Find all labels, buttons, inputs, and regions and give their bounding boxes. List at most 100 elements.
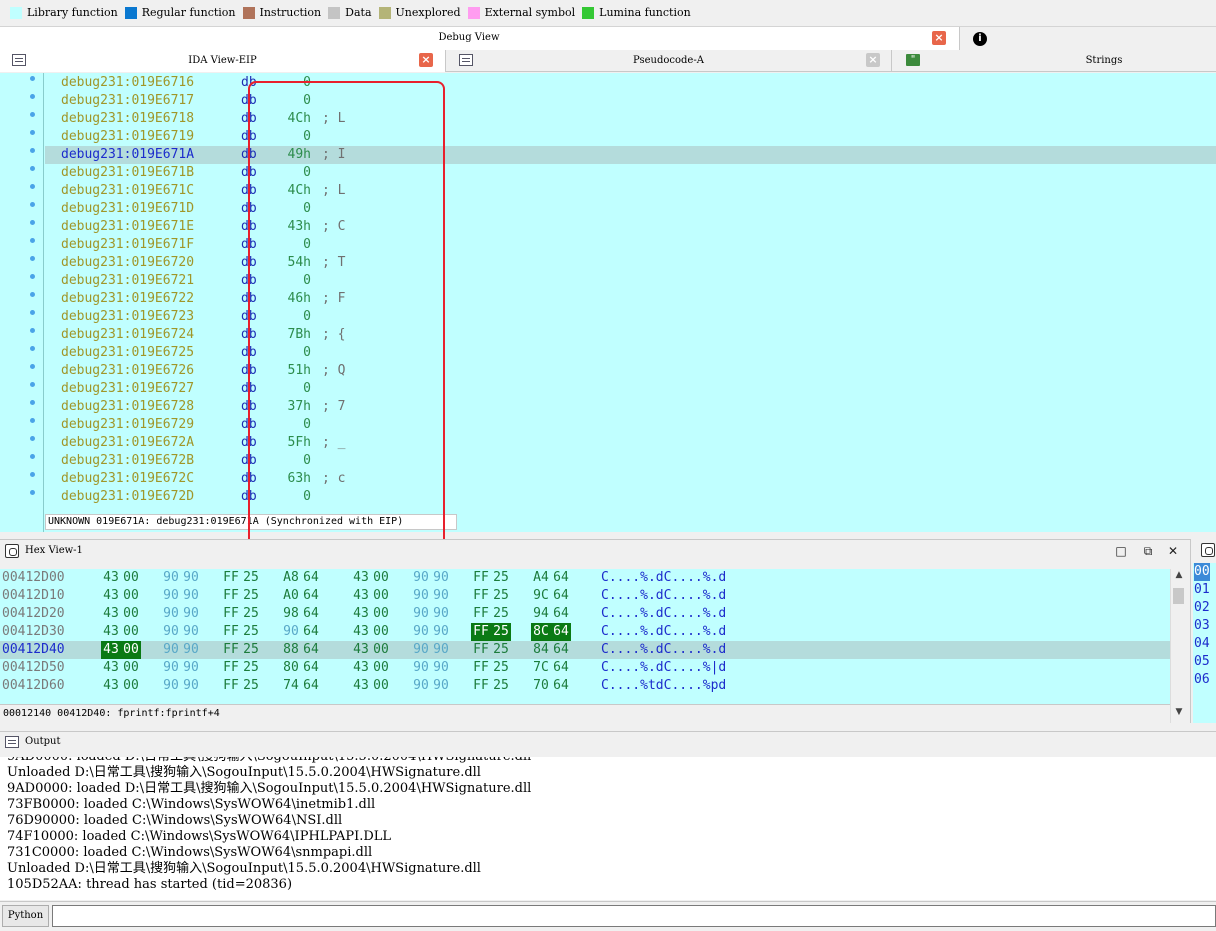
hex-byte[interactable]: 64 xyxy=(551,659,571,677)
hex-byte[interactable]: 43 xyxy=(101,641,121,659)
hex-byte[interactable]: 74 xyxy=(281,677,301,695)
hex-byte[interactable]: 00 xyxy=(121,569,141,587)
right-side-panel[interactable]: 00 01 02 03 04 05 06 xyxy=(1190,539,1216,723)
hex-byte[interactable]: A4 xyxy=(531,569,551,587)
hex-byte[interactable]: 43 xyxy=(351,569,371,587)
hex-byte[interactable]: FF xyxy=(471,569,491,587)
disasm-row[interactable]: debug231:019E6724 db 7Bh ; { xyxy=(45,326,1216,344)
breakpoint-dot-icon[interactable] xyxy=(30,220,35,225)
hex-byte[interactable]: 7C xyxy=(531,659,551,677)
hex-byte[interactable]: 90 xyxy=(411,623,431,641)
hex-scrollbar[interactable]: ▲ ▼ xyxy=(1170,569,1186,723)
hex-byte[interactable]: 25 xyxy=(241,623,261,641)
disasm-row[interactable]: debug231:019E6728 db 37h ; 7 xyxy=(45,398,1216,416)
hex-byte[interactable]: 90 xyxy=(431,569,451,587)
breakpoint-dot-icon[interactable] xyxy=(30,238,35,243)
hex-row[interactable]: 00412D30 43 00 90 90 FF 25 90 64 43 00 90 90 FF 25 8C 64… xyxy=(0,623,1170,641)
tab-ida-view-eip[interactable]: IDA View-EIP × xyxy=(0,50,446,72)
hex-byte[interactable]: 00 xyxy=(121,623,141,641)
hex-byte[interactable]: 25 xyxy=(241,641,261,659)
side-panel-row[interactable]: 03 xyxy=(1194,617,1210,635)
restore-icon[interactable]: ⧉ xyxy=(1141,544,1155,558)
hex-byte[interactable]: 90 xyxy=(411,659,431,677)
hex-byte[interactable]: 25 xyxy=(241,659,261,677)
breakpoint-dot-icon[interactable] xyxy=(30,382,35,387)
breakpoint-dot-icon[interactable] xyxy=(30,112,35,117)
hex-byte[interactable]: 25 xyxy=(491,605,511,623)
disasm-row[interactable]: debug231:019E671F db 0 xyxy=(45,236,1216,254)
disasm-row[interactable]: debug231:019E672A db 5Fh ; _ xyxy=(45,434,1216,452)
breakpoint-dot-icon[interactable] xyxy=(30,310,35,315)
hex-byte[interactable]: 43 xyxy=(101,623,121,641)
disasm-row[interactable]: debug231:019E671C db 4Ch ; L xyxy=(45,182,1216,200)
scroll-down-icon[interactable]: ▼ xyxy=(1171,707,1187,717)
hex-byte[interactable]: 94 xyxy=(531,605,551,623)
hex-byte[interactable]: 90 xyxy=(431,623,451,641)
hex-byte[interactable]: 00 xyxy=(371,623,391,641)
hex-byte[interactable]: 88 xyxy=(281,641,301,659)
hex-byte[interactable]: 8C xyxy=(531,623,551,641)
hex-byte[interactable]: 00 xyxy=(121,641,141,659)
side-panel-row[interactable]: 05 xyxy=(1194,653,1210,671)
hex-row[interactable]: 00412D20 43 00 90 90 FF 25 98 64 43 00 90 90 FF 25 94 64… xyxy=(0,605,1170,623)
hex-byte[interactable]: 90 xyxy=(431,659,451,677)
hex-byte[interactable]: 64 xyxy=(301,605,321,623)
ida-view-eip[interactable]: debug231:019E6716 db 0 debug231:019E6717 db 0… xyxy=(0,73,1216,532)
close-icon[interactable]: ✕ xyxy=(1166,544,1180,558)
hex-byte[interactable]: 90 xyxy=(411,677,431,695)
breakpoint-dot-icon[interactable] xyxy=(30,274,35,279)
hex-byte[interactable]: 25 xyxy=(491,641,511,659)
hex-byte[interactable]: FF xyxy=(471,605,491,623)
disasm-row[interactable]: debug231:019E6718 db 4Ch ; L xyxy=(45,110,1216,128)
output-log[interactable]: 9AD0000: loaded D:\日常工具\搜狗输入\SogouInput\… xyxy=(0,757,1216,900)
hex-byte[interactable]: 90 xyxy=(431,677,451,695)
breakpoint-dot-icon[interactable] xyxy=(30,472,35,477)
breakpoint-dot-icon[interactable] xyxy=(30,328,35,333)
hex-byte[interactable]: 64 xyxy=(551,677,571,695)
disasm-row[interactable]: debug231:019E6720 db 54h ; T xyxy=(45,254,1216,272)
hex-byte[interactable]: 00 xyxy=(121,677,141,695)
hex-byte[interactable]: A8 xyxy=(281,569,301,587)
hex-byte[interactable]: 90 xyxy=(181,677,201,695)
hex-byte[interactable]: 00 xyxy=(371,677,391,695)
hex-byte[interactable]: 90 xyxy=(181,623,201,641)
hex-byte[interactable]: 43 xyxy=(351,659,371,677)
hex-byte[interactable]: FF xyxy=(221,605,241,623)
info-icon[interactable]: i xyxy=(973,32,987,46)
side-panel-row[interactable]: 06 xyxy=(1194,671,1210,689)
breakpoint-dot-icon[interactable] xyxy=(30,454,35,459)
scroll-thumb[interactable] xyxy=(1173,588,1184,604)
disasm-row[interactable]: debug231:019E6722 db 46h ; F xyxy=(45,290,1216,308)
hex-byte[interactable]: A0 xyxy=(281,587,301,605)
hex-byte[interactable]: 25 xyxy=(241,587,261,605)
disasm-row[interactable]: debug231:019E6726 db 51h ; Q xyxy=(45,362,1216,380)
hex-byte[interactable]: 90 xyxy=(281,623,301,641)
breakpoint-dot-icon[interactable] xyxy=(30,94,35,99)
hex-byte[interactable]: 25 xyxy=(491,569,511,587)
disasm-row[interactable]: debug231:019E6729 db 0 xyxy=(45,416,1216,434)
disasm-row[interactable]: debug231:019E672C db 63h ; c xyxy=(45,470,1216,488)
breakpoint-dot-icon[interactable] xyxy=(30,346,35,351)
breakpoint-dot-icon[interactable] xyxy=(30,148,35,153)
hex-byte[interactable]: FF xyxy=(221,641,241,659)
hex-byte[interactable]: FF xyxy=(221,623,241,641)
hex-byte[interactable]: 43 xyxy=(101,605,121,623)
hex-byte[interactable]: 43 xyxy=(351,623,371,641)
hex-byte[interactable]: 25 xyxy=(491,623,511,641)
disasm-row[interactable]: debug231:019E6727 db 0 xyxy=(45,380,1216,398)
hex-byte[interactable]: 00 xyxy=(371,641,391,659)
disasm-row[interactable]: debug231:019E672B db 0 xyxy=(45,452,1216,470)
hex-byte[interactable]: 64 xyxy=(551,587,571,605)
hex-byte[interactable]: 90 xyxy=(431,641,451,659)
disasm-row[interactable]: debug231:019E6725 db 0 xyxy=(45,344,1216,362)
hex-byte[interactable]: 90 xyxy=(161,587,181,605)
hex-byte[interactable]: 43 xyxy=(101,587,121,605)
hex-row[interactable]: 00412D60 43 00 90 90 FF 25 74 64 43 00 90 90 FF 25 70 64… xyxy=(0,677,1170,695)
hex-byte[interactable]: 64 xyxy=(301,641,321,659)
hex-byte[interactable]: 90 xyxy=(181,587,201,605)
hex-byte[interactable]: 9C xyxy=(531,587,551,605)
disasm-row[interactable]: debug231:019E671D db 0 xyxy=(45,200,1216,218)
hex-byte[interactable]: 80 xyxy=(281,659,301,677)
hex-byte[interactable]: FF xyxy=(471,659,491,677)
disasm-row[interactable]: debug231:019E671A db 49h ; I xyxy=(45,146,1216,164)
